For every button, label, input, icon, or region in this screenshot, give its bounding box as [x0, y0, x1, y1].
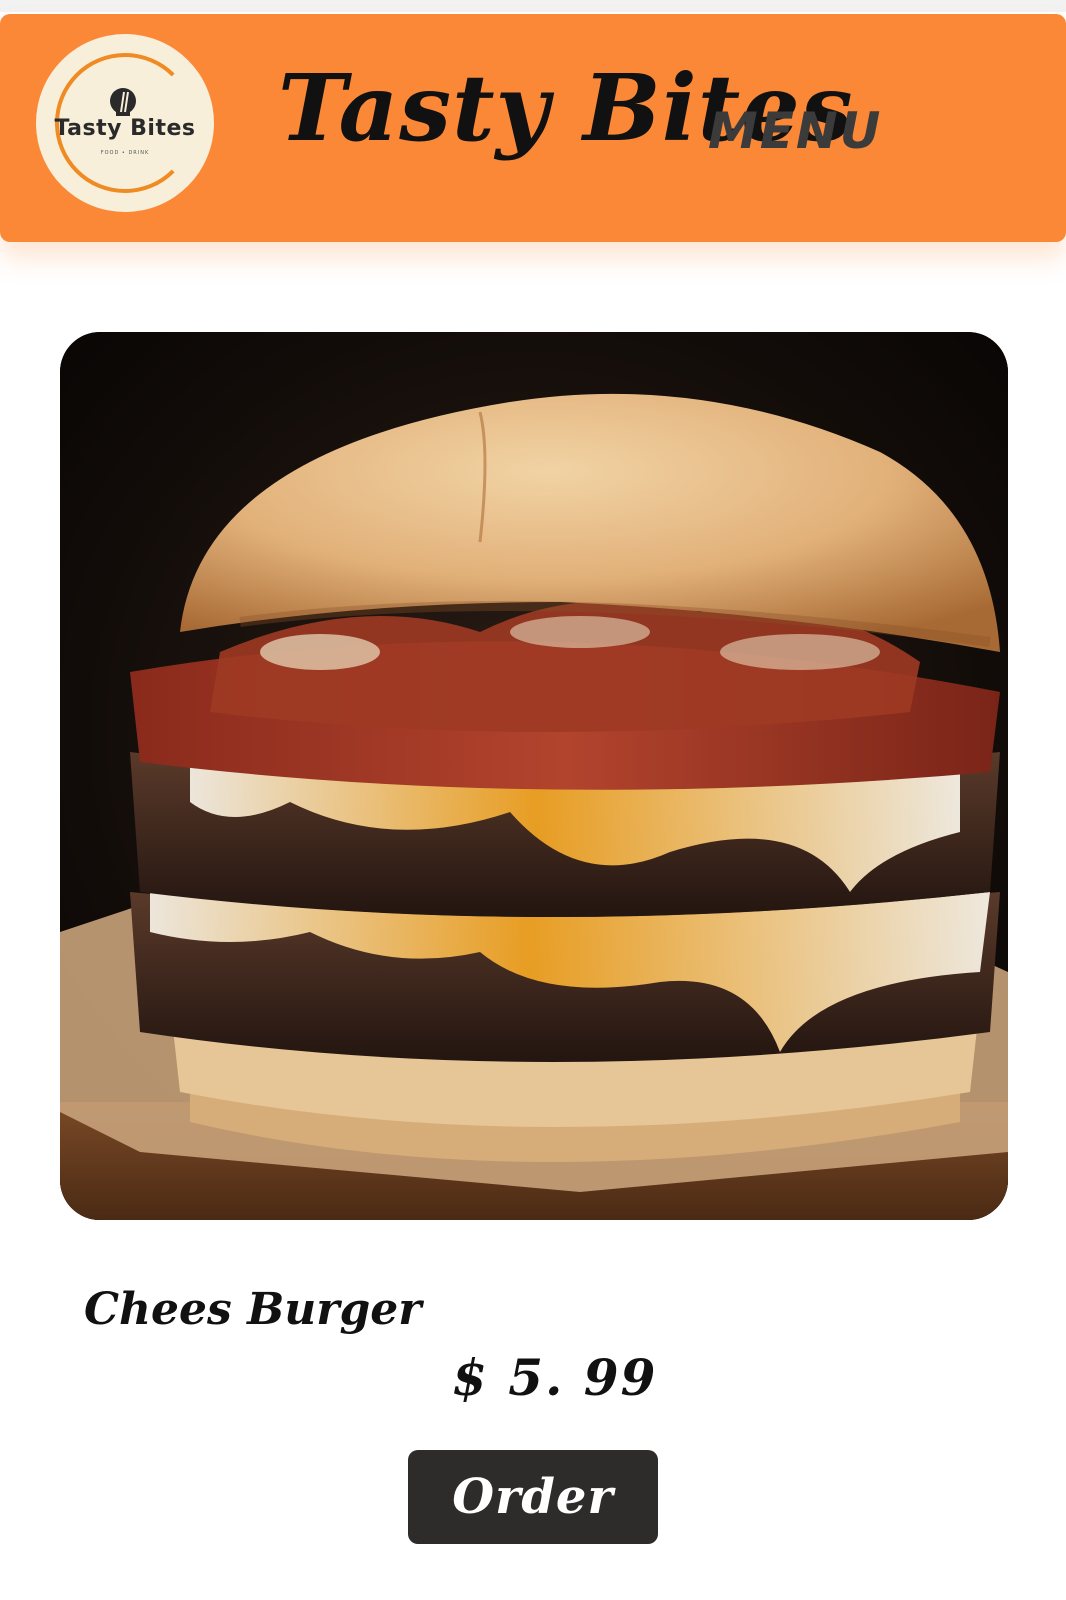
- item-photo: [60, 332, 1008, 1220]
- top-divider: [0, 0, 1066, 12]
- page: Tasty Bites FOOD • DRINK Tasty Bites MEN…: [0, 0, 1066, 1600]
- logo[interactable]: Tasty Bites FOOD • DRINK: [36, 34, 214, 212]
- logo-tagline: FOOD • DRINK: [100, 150, 150, 156]
- site-header: Tasty Bites FOOD • DRINK Tasty Bites MEN…: [0, 14, 1066, 242]
- item-name: Chees Burger: [84, 1284, 422, 1335]
- order-button[interactable]: Order: [408, 1450, 658, 1544]
- menu-link[interactable]: MENU: [708, 102, 882, 160]
- cheese-burger-photo: [60, 332, 1008, 1220]
- item-price: $ 5. 99: [452, 1348, 658, 1407]
- logo-name: Tasty Bites: [54, 116, 196, 141]
